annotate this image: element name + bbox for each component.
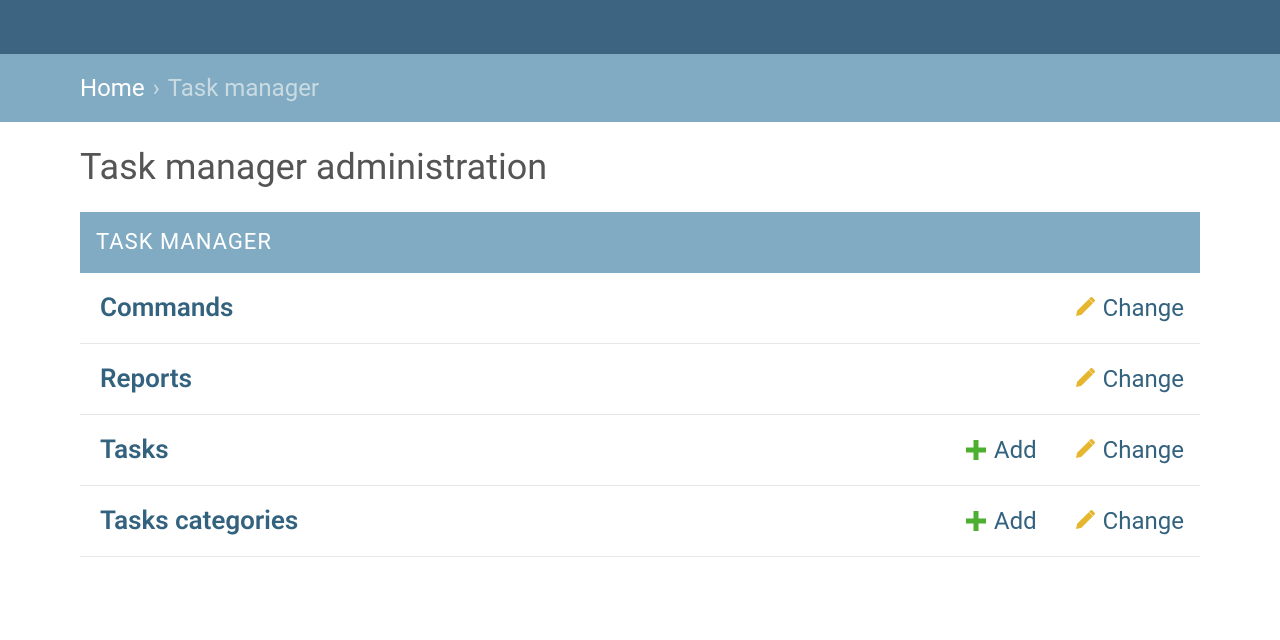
pencil-icon [1073,297,1095,319]
model-link[interactable]: Reports [100,364,1037,394]
breadcrumb-home-link[interactable]: Home [80,74,145,102]
change-label: Change [1103,365,1184,393]
add-label: Add [994,507,1037,535]
change-label: Change [1103,436,1184,464]
add-label: Add [994,436,1037,464]
module-header: TASK MANAGER [80,212,1200,273]
pencil-icon [1073,368,1095,390]
change-link[interactable]: Change [1073,507,1184,535]
breadcrumb-separator: › [153,74,160,102]
pencil-icon [1073,439,1095,461]
table-row: Reports Change [80,344,1200,415]
top-bar [0,0,1280,54]
page-title: Task manager administration [80,146,1200,188]
add-link[interactable]: Add [966,436,1037,464]
breadcrumb: Home › Task manager [0,54,1280,122]
breadcrumb-current: Task manager [168,74,319,102]
table-row: Commands Change [80,273,1200,344]
module-task-manager: TASK MANAGER Commands Change Reports Change… [80,212,1200,557]
plus-icon [966,440,986,460]
change-link[interactable]: Change [1073,436,1184,464]
model-link[interactable]: Tasks [100,435,930,465]
change-link[interactable]: Change [1073,294,1184,322]
change-link[interactable]: Change [1073,365,1184,393]
plus-icon [966,511,986,531]
add-link[interactable]: Add [966,507,1037,535]
table-row: Tasks Add Change [80,415,1200,486]
content: Task manager administration TASK MANAGER… [0,122,1280,581]
change-label: Change [1103,507,1184,535]
pencil-icon [1073,510,1095,532]
model-link[interactable]: Commands [100,293,1037,323]
table-row: Tasks categories Add Change [80,486,1200,557]
model-link[interactable]: Tasks categories [100,506,930,536]
change-label: Change [1103,294,1184,322]
